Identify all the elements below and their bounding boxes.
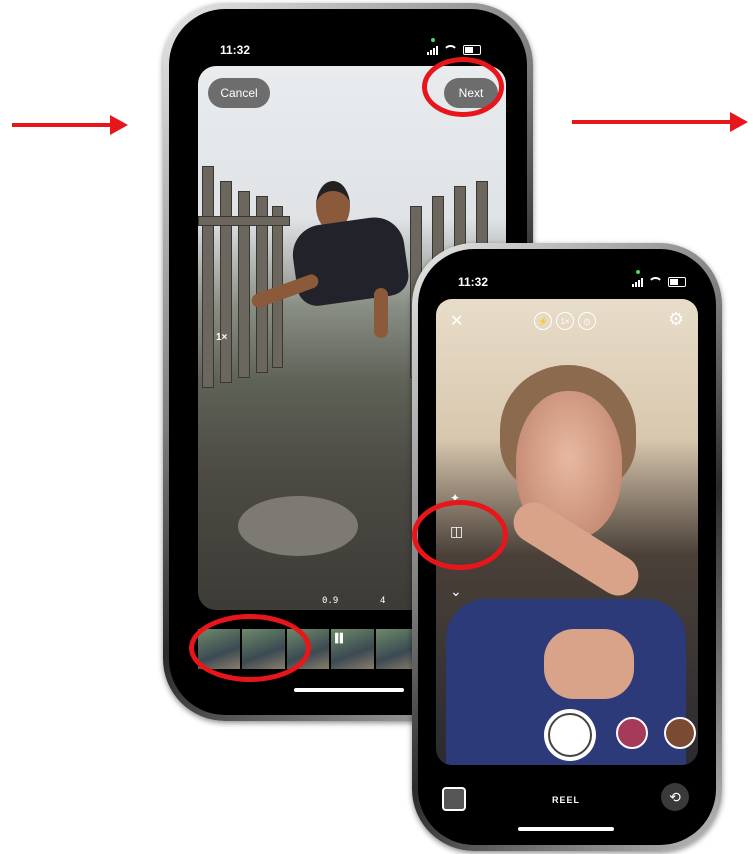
mud-puddle — [238, 496, 358, 556]
mic-indicator — [431, 38, 435, 42]
effect-thumbnail[interactable] — [664, 717, 696, 749]
timer-icon[interactable]: ◷ — [578, 312, 596, 330]
status-icons — [632, 277, 686, 287]
signal-icon — [427, 45, 438, 55]
chevron-down-icon[interactable]: ⌄ — [450, 583, 462, 600]
cancel-button[interactable]: Cancel — [208, 78, 270, 108]
subject-fist — [544, 629, 634, 699]
speed-label-2: 4 — [380, 596, 386, 606]
fence-rail — [198, 216, 290, 226]
person-body — [288, 213, 412, 309]
wifi-icon — [648, 277, 663, 287]
left-arrow — [12, 115, 128, 135]
home-indicator — [294, 688, 404, 692]
speed-label: 0.9 — [322, 596, 339, 606]
highlight-next — [422, 57, 504, 117]
record-button[interactable] — [546, 711, 594, 759]
status-icons — [427, 45, 481, 55]
zoom-label[interactable]: 1× — [216, 332, 227, 343]
signal-icon — [632, 277, 643, 287]
zoom-button[interactable]: 1× — [556, 312, 574, 330]
clip-trim-handle-icon[interactable]: ⏸ — [327, 622, 351, 676]
mode-label[interactable]: REEL — [552, 795, 580, 805]
effect-thumbnail[interactable] — [616, 717, 648, 749]
highlight-layout — [412, 500, 508, 570]
fence-post — [220, 181, 232, 383]
right-arrow — [572, 112, 748, 132]
home-indicator — [518, 827, 614, 831]
gallery-thumbnail[interactable] — [442, 787, 466, 811]
highlight-filmstrip — [189, 614, 311, 682]
wifi-icon — [443, 45, 458, 55]
settings-icon[interactable]: ⚙ — [668, 309, 684, 330]
close-icon[interactable]: ✕ — [450, 311, 463, 331]
battery-icon — [668, 277, 686, 287]
flip-camera-icon[interactable]: ⟲ — [661, 783, 689, 811]
battery-icon — [463, 45, 481, 55]
status-time: 11:32 — [458, 275, 489, 289]
fence-post — [202, 166, 214, 388]
status-time: 11:32 — [220, 43, 251, 57]
flash-off-icon[interactable]: ⚡ — [534, 312, 552, 330]
mic-indicator — [636, 270, 640, 274]
person-arm — [374, 288, 388, 338]
